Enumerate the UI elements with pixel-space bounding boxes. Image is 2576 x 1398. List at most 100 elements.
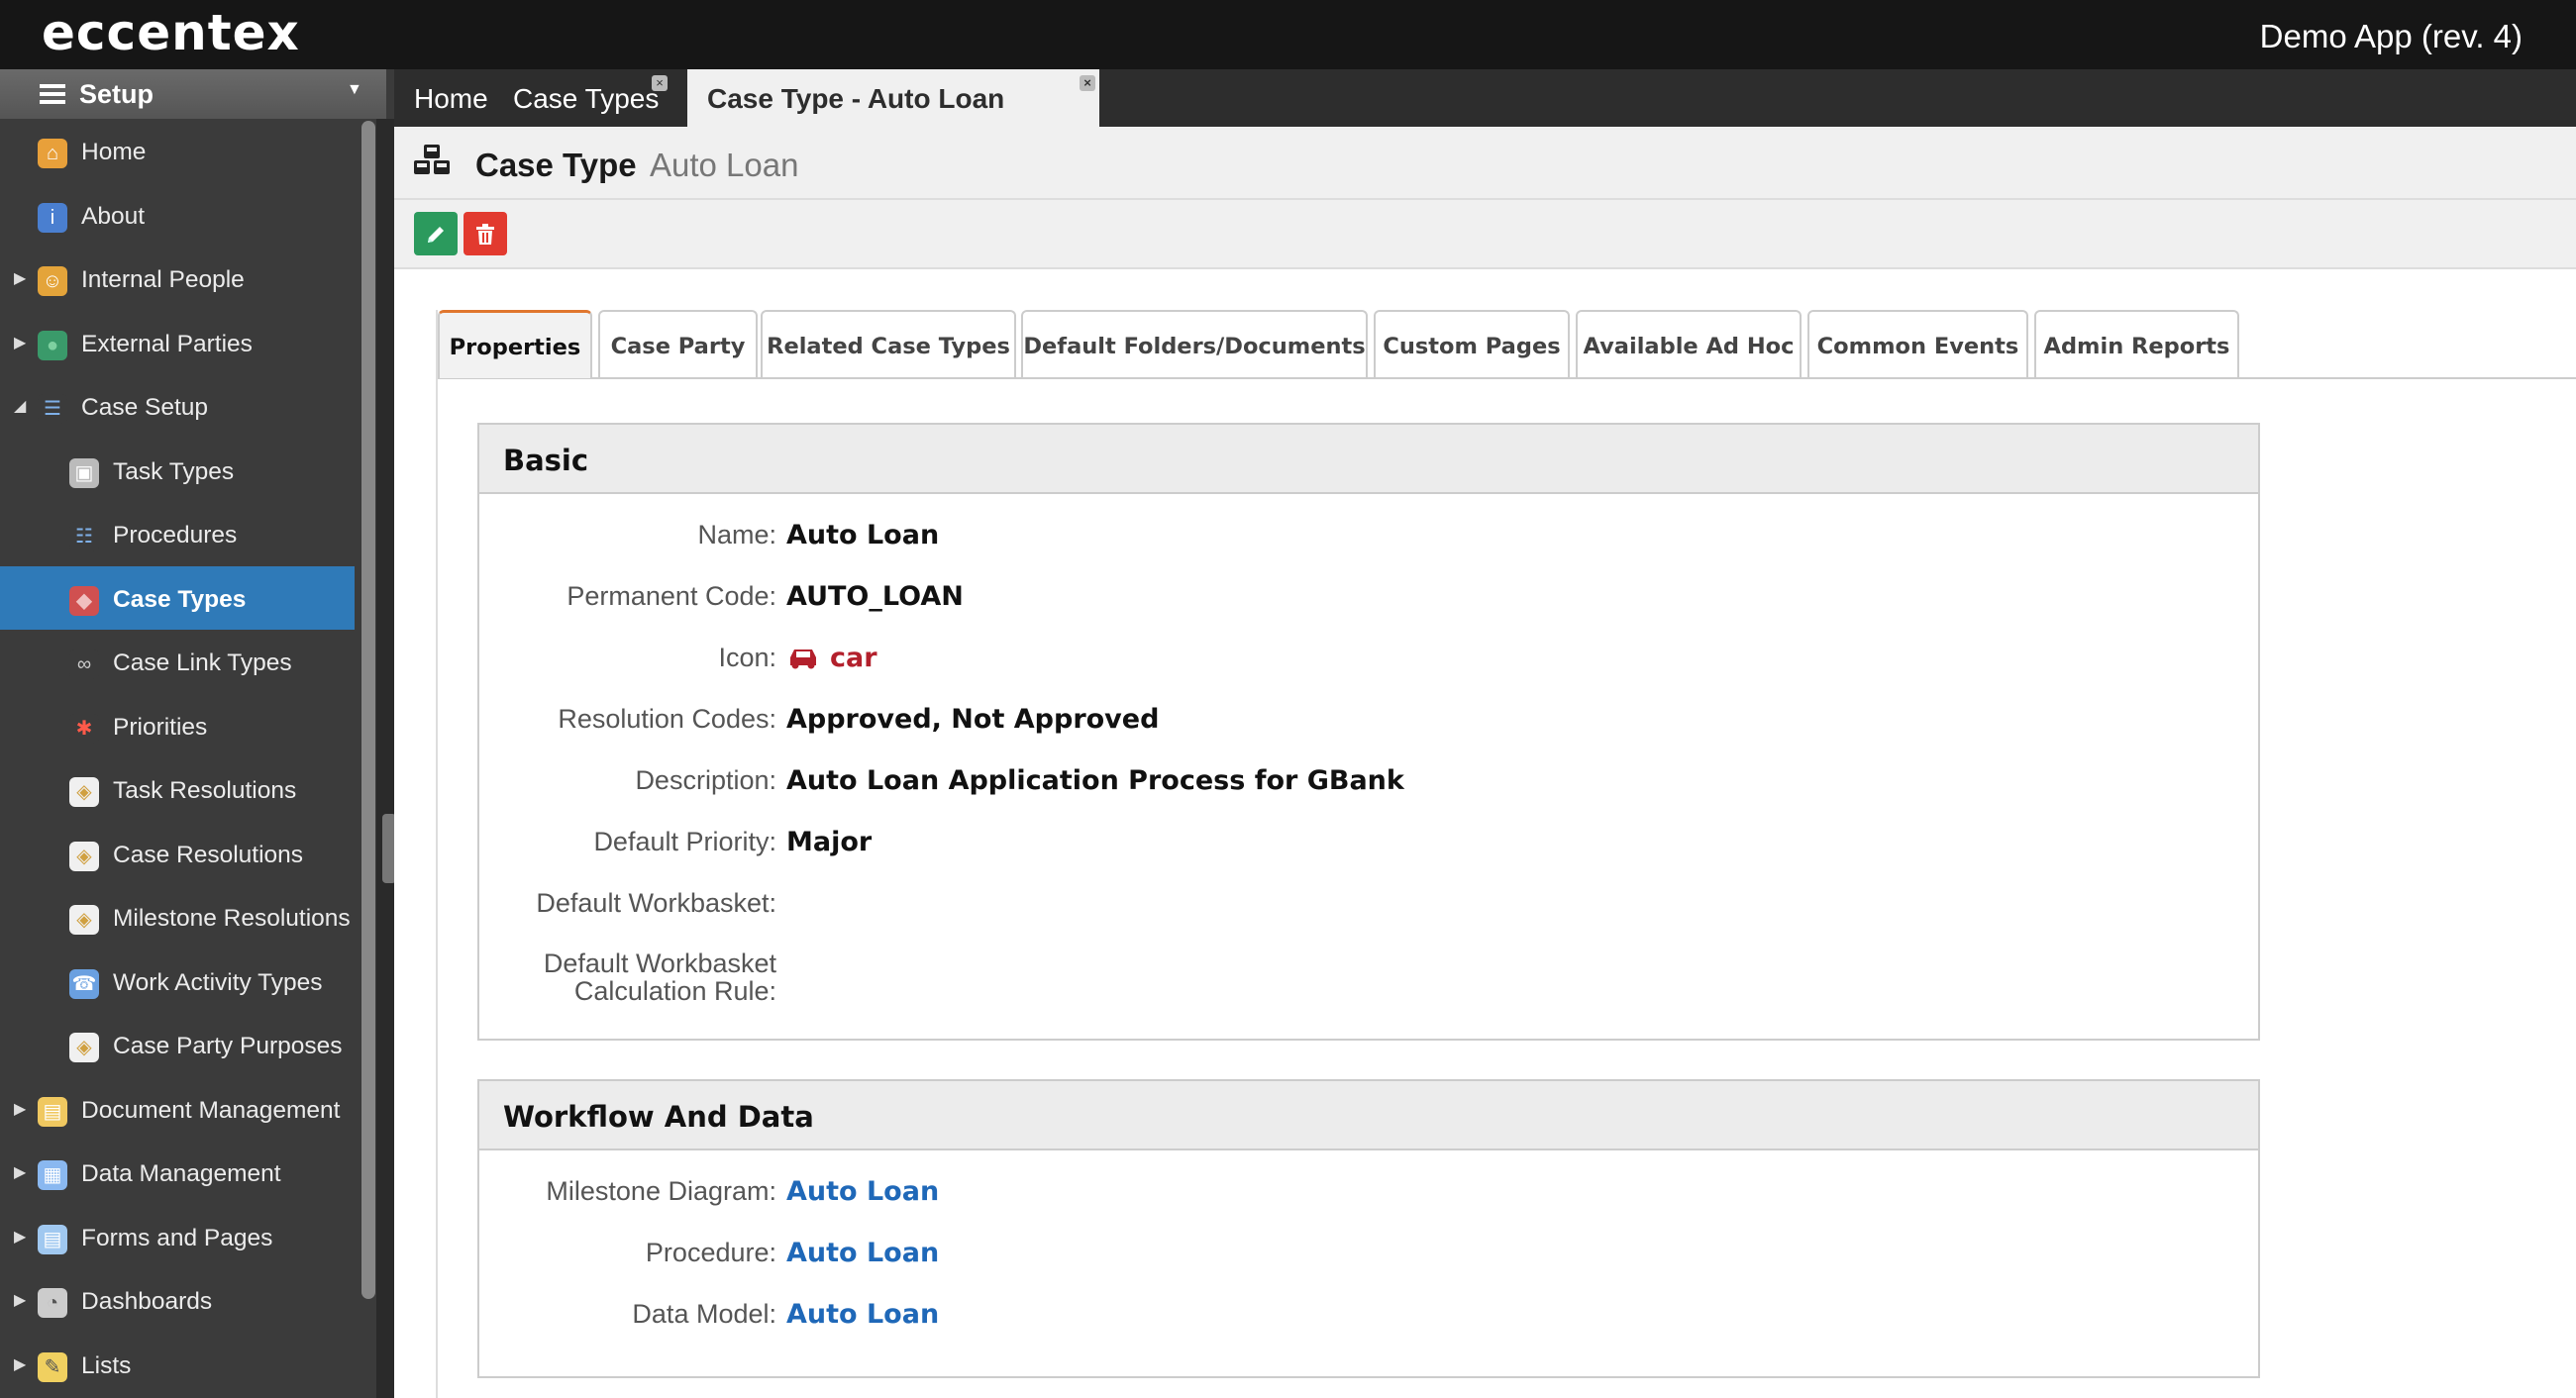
field-label: Description: [635, 765, 776, 795]
expand-arrow-icon[interactable]: ▶ [14, 268, 26, 288]
sidebar-item[interactable]: ⌂ Home [0, 119, 355, 183]
chevron-down-icon: ▼ [347, 81, 362, 98]
basic-panel: Basic Name: Auto Loan Permanent Code: AUTO_… [477, 423, 2260, 1041]
tag-icon: ◈ [69, 905, 99, 935]
page-tab[interactable]: Case Type - Auto Loan × [687, 69, 1099, 127]
page-tab-bar: Home Case Types × Case Type - Auto Loan × [394, 69, 2576, 127]
content-tab[interactable]: Properties [438, 310, 592, 378]
field-value: AUTO_LOAN [786, 581, 964, 612]
field-label: Default Priority: [593, 827, 776, 856]
field-link[interactable]: Auto Loan [786, 1176, 939, 1207]
sidebar: Setup ▼ ⌂ Home i About ▶ ☺ Internal People ▶ ● Ex… [0, 69, 394, 1398]
field-value-text[interactable]: Auto Loan [786, 1299, 939, 1330]
content-tab[interactable]: Common Events [1807, 310, 2028, 377]
sidebar-item[interactable]: ▶ ◔ Dashboards [0, 1268, 355, 1333]
delete-button[interactable] [464, 212, 507, 255]
content-tab[interactable]: Available Ad Hoc [1576, 310, 1802, 377]
expand-arrow-icon[interactable]: ▶ [14, 1162, 26, 1182]
sidebar-item-label: Home [81, 139, 147, 165]
content-tab[interactable]: Custom Pages [1374, 310, 1570, 377]
field-value-text: Major [786, 827, 873, 857]
sidebar-item-label: Case Party Purposes [113, 1033, 343, 1059]
sidebar-item[interactable]: ▶ ☺ Internal People [0, 247, 355, 311]
sidebar-item-label: Case Setup [81, 394, 209, 421]
field-link[interactable]: Auto Loan [786, 1299, 939, 1330]
sidebar-item[interactable]: ◢ ☰ Case Setup [0, 374, 355, 439]
sidebar-item[interactable]: i About [0, 183, 355, 248]
page-tab-label: Case Type - Auto Loan [707, 83, 1005, 114]
sidebar-item-label: Work Activity Types [113, 968, 323, 996]
content-tab[interactable]: Admin Reports [2034, 310, 2239, 377]
sidebar-item[interactable]: ∞ Case Link Types [0, 630, 355, 694]
field-label: Data Model: [632, 1299, 776, 1329]
field-label: Icon: [718, 643, 776, 672]
brand-logo[interactable]: eccentex [42, 4, 300, 61]
sidebar-item-label: External Parties [81, 330, 253, 357]
content-area: Properties Case Party Related Case Types De… [436, 310, 2576, 1398]
field-label: Permanent Code: [567, 581, 776, 611]
page-tab[interactable]: Home [394, 69, 493, 127]
page-tab-label: Home [414, 83, 488, 114]
sidebar-gutter [376, 119, 394, 1398]
sidebar-item[interactable]: ▶ ▤ Document Management [0, 1077, 355, 1142]
sidebar-item[interactable]: ▶ ● External Parties [0, 311, 355, 375]
content-tab[interactable]: Related Case Types [761, 310, 1016, 377]
expand-arrow-icon[interactable]: ▶ [14, 1354, 26, 1374]
sidebar-item[interactable]: ☷ Procedures [0, 502, 355, 566]
close-icon[interactable]: × [1080, 75, 1095, 91]
content-tab[interactable]: Default Folders/Documents [1021, 310, 1368, 377]
sidebar-nav: ⌂ Home i About ▶ ☺ Internal People ▶ ● External P… [0, 119, 355, 1396]
field-value-text[interactable]: Auto Loan [786, 1176, 939, 1207]
sidebar-item-label: Procedures [113, 522, 238, 549]
sidebar-item-label: Priorities [113, 713, 208, 741]
sidebar-item[interactable]: ◆ Case Types [0, 565, 355, 630]
sidebar-item[interactable]: ◈ Case Party Purposes [0, 1013, 355, 1077]
field-label: Milestone Diagram: [546, 1176, 776, 1206]
page-tab[interactable]: Case Types × [493, 69, 671, 127]
sidebar-item-label: Task Types [113, 457, 235, 485]
tag-icon: ◈ [69, 777, 99, 807]
field-value-text: Auto Loan Application Process for GBank [786, 765, 1404, 796]
sidebar-collapse-handle[interactable] [382, 814, 394, 883]
sidebar-item-label: About [81, 202, 146, 230]
field-value-text[interactable]: Auto Loan [786, 1238, 939, 1268]
sidebar-item[interactable]: ✱ Priorities [0, 694, 355, 758]
expand-arrow-icon[interactable]: ▶ [14, 333, 26, 352]
sidebar-item[interactable]: ◈ Task Resolutions [0, 757, 355, 822]
sidebar-item-label: Case Types [113, 585, 247, 613]
close-icon[interactable]: × [652, 75, 668, 91]
edit-button[interactable] [414, 212, 458, 255]
field-value-text: Approved, Not Approved [786, 704, 1160, 735]
expanded-arrow-icon[interactable]: ◢ [14, 396, 26, 416]
field-link[interactable]: Auto Loan [786, 1238, 939, 1268]
sidebar-item[interactable]: ◈ Milestone Resolutions [0, 885, 355, 949]
workflow-panel: Workflow And Data Milestone Diagram: Auto… [477, 1079, 2260, 1378]
asterisk-icon: ✱ [69, 713, 99, 744]
top-bar: eccentex Demo App (rev. 4) [0, 0, 2576, 69]
hamburger-icon [40, 81, 65, 112]
home-icon: ⌂ [38, 139, 67, 168]
sidebar-scrollbar[interactable] [361, 121, 375, 1299]
expand-arrow-icon[interactable]: ▶ [14, 1227, 26, 1247]
expand-arrow-icon[interactable]: ▶ [14, 1099, 26, 1119]
expand-arrow-icon[interactable]: ▶ [14, 1290, 26, 1310]
trash-icon [476, 223, 494, 245]
sidebar-item[interactable]: ☎ Work Activity Types [0, 949, 355, 1014]
sidebar-item[interactable]: ◈ Case Resolutions [0, 822, 355, 886]
field-label: Name: [697, 520, 776, 549]
page-title: Case Type [475, 147, 637, 183]
sidebar-item[interactable]: ▶ ✎ Lists [0, 1333, 355, 1397]
procedures-icon: ☷ [69, 522, 99, 551]
field-value-text: car [830, 643, 877, 673]
sidebar-item[interactable]: ▶ ▤ Forms and Pages [0, 1205, 355, 1269]
sidebar-item-label: Dashboards [81, 1288, 213, 1315]
sidebar-section-header[interactable]: Setup ▼ [0, 69, 386, 119]
sidebar-item[interactable]: ▶ ▦ Data Management [0, 1141, 355, 1205]
field-label: Default Workbasket Calculation Rule: [543, 949, 776, 1006]
dashboard-icon: ◔ [38, 1288, 67, 1318]
sidebar-item-label: Milestone Resolutions [113, 905, 351, 932]
content-tab[interactable]: Case Party [598, 310, 758, 377]
people-icon: ☺ [38, 266, 67, 296]
sidebar-item-label: Internal People [81, 266, 245, 293]
sidebar-item[interactable]: ▣ Task Types [0, 439, 355, 503]
